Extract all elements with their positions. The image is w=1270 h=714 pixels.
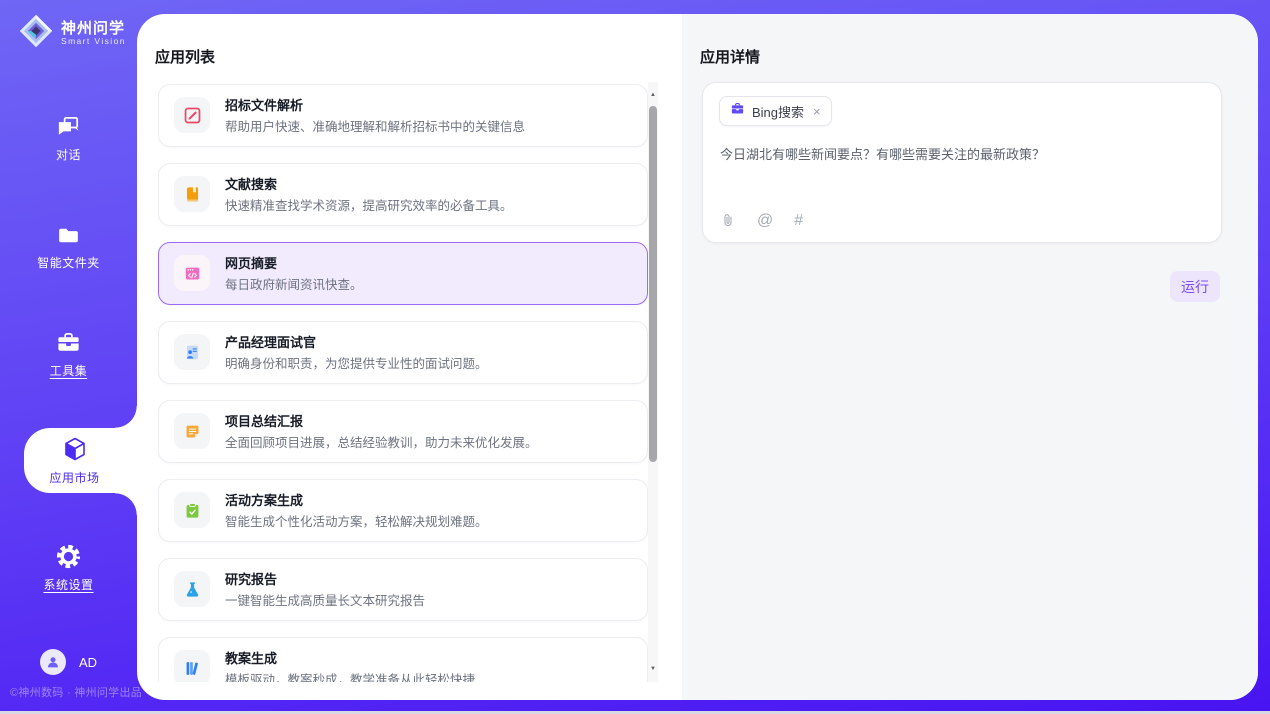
app-window: 神州问学 Smart Vision 对话 智能文件夹 工具集 应用市场	[0, 0, 1270, 714]
app-card-description: 明确身份和职责，为您提供专业性的面试问题。	[225, 353, 488, 372]
app-logo: 神州问学 Smart Vision	[18, 13, 126, 54]
edit-doc-icon	[174, 97, 210, 133]
paperclip-icon[interactable]	[720, 213, 736, 229]
tool-tag-label: Bing搜索	[752, 102, 804, 121]
mention-icon[interactable]: @	[757, 213, 773, 229]
folder-icon	[56, 223, 81, 248]
sidebar-item[interactable]: 系统设置	[0, 543, 137, 593]
app-card[interactable]: 网页摘要 每日政府新闻资讯快查。	[158, 242, 648, 305]
app-card-title: 网页摘要	[225, 253, 277, 272]
app-card[interactable]: 招标文件解析 帮助用户快速、准确地理解和解析招标书中的关键信息	[158, 84, 648, 147]
app-card[interactable]: 研究报告 一键智能生成高质量长文本研究报告	[158, 558, 648, 621]
app-card[interactable]: 产品经理面试官 明确身份和职责，为您提供专业性的面试问题。	[158, 321, 648, 384]
app-list-panel: 应用列表 招标文件解析 帮助用户快速、准确地理解和解析招标书中的关键信息 文献搜…	[137, 14, 682, 700]
scrollbar-up-arrow[interactable]: ▲	[648, 90, 658, 100]
user-initials: AD	[79, 655, 97, 670]
scrollbar[interactable]: ▲ ▼	[648, 82, 658, 682]
user-row[interactable]: AD	[40, 649, 97, 675]
books-icon	[174, 650, 210, 682]
app-card[interactable]: 教案生成 模板驱动，教案秒成，教学准备从此轻松快捷	[158, 637, 648, 682]
app-list: 招标文件解析 帮助用户快速、准确地理解和解析招标书中的关键信息 文献搜索 快速精…	[158, 84, 648, 682]
sidebar: 神州问学 Smart Vision 对话 智能文件夹 工具集 应用市场	[0, 0, 137, 714]
close-icon[interactable]: ×	[813, 104, 821, 119]
brand-diamond-icon	[18, 13, 54, 54]
briefcase-icon	[730, 101, 745, 121]
brand-subtitle: Smart Vision	[61, 37, 126, 47]
sidebar-item-label: 对话	[56, 146, 81, 163]
brand-name: 神州问学	[61, 20, 126, 37]
cube-icon	[61, 435, 89, 463]
avatar[interactable]	[40, 649, 66, 675]
app-card-title: 招标文件解析	[225, 95, 303, 114]
app-card[interactable]: 活动方案生成 智能生成个性化活动方案，轻松解决规划难题。	[158, 479, 648, 542]
app-card-description: 全面回顾项目进展，总结经验教训，助力未来优化发展。	[225, 432, 538, 451]
note-icon	[174, 413, 210, 449]
app-card-description: 快速精准查找学术资源，提高研究效率的必备工具。	[225, 195, 513, 214]
app-card-title: 产品经理面试官	[225, 332, 316, 351]
sidebar-item[interactable]: 工具集	[0, 329, 137, 379]
app-card-title: 活动方案生成	[225, 490, 303, 509]
sidebar-item[interactable]: 应用市场	[24, 428, 137, 493]
prompt-text[interactable]: 今日湖北有哪些新闻要点？有哪些需要关注的最新政策？	[720, 145, 1205, 165]
app-card-description: 一键智能生成高质量长文本研究报告	[225, 590, 425, 609]
main-content: 应用列表 招标文件解析 帮助用户快速、准确地理解和解析招标书中的关键信息 文献搜…	[137, 14, 1258, 700]
sidebar-item[interactable]: 对话	[0, 113, 137, 163]
app-card[interactable]: 文献搜索 快速精准查找学术资源，提高研究效率的必备工具。	[158, 163, 648, 226]
app-card-title: 项目总结汇报	[225, 411, 303, 430]
scrollbar-thumb[interactable]	[649, 106, 657, 462]
hash-icon[interactable]: #	[794, 213, 803, 229]
sidebar-item-label: 系统设置	[43, 576, 93, 593]
sidebar-item-label: 工具集	[50, 362, 88, 379]
research-icon	[174, 571, 210, 607]
sidebar-item-label: 智能文件夹	[37, 254, 100, 271]
app-list-title: 应用列表	[155, 46, 215, 67]
app-card-description: 模板驱动，教案秒成，教学准备从此轻松快捷	[225, 669, 475, 682]
copyright-text: ©神州数码 · 神州问学出品	[10, 684, 142, 700]
sidebar-item[interactable]: 智能文件夹	[0, 223, 137, 271]
sidebar-item-label: 应用市场	[49, 469, 99, 486]
app-card-description: 智能生成个性化活动方案，轻松解决规划难题。	[225, 511, 488, 530]
gear-icon	[55, 543, 82, 570]
toolbox-icon	[55, 329, 82, 356]
app-card[interactable]: 项目总结汇报 全面回顾项目进展，总结经验教训，助力未来优化发展。	[158, 400, 648, 463]
app-card-description: 每日政府新闻资讯快查。	[225, 274, 363, 293]
app-card-description: 帮助用户快速、准确地理解和解析招标书中的关键信息	[225, 116, 525, 135]
scrollbar-down-arrow[interactable]: ▼	[648, 664, 658, 674]
tool-tag[interactable]: Bing搜索 ×	[719, 96, 832, 126]
app-detail-title: 应用详情	[700, 46, 760, 67]
chat-icon	[55, 113, 82, 140]
app-card-title: 研究报告	[225, 569, 277, 588]
app-detail-panel: 应用详情 Bing搜索 × 今日湖北有哪些新闻要点？有哪些需要关注的最新政策？	[682, 14, 1258, 700]
browser-code-icon	[174, 255, 210, 291]
run-button[interactable]: 运行	[1170, 271, 1220, 302]
attachment-toolbar: @ #	[720, 213, 803, 229]
clipboard-check-icon	[174, 492, 210, 528]
app-card-title: 文献搜索	[225, 174, 277, 193]
prompt-card[interactable]: Bing搜索 × 今日湖北有哪些新闻要点？有哪些需要关注的最新政策？ @ #	[702, 82, 1222, 243]
interview-icon	[174, 334, 210, 370]
app-card-title: 教案生成	[225, 648, 277, 667]
book-icon	[174, 176, 210, 212]
